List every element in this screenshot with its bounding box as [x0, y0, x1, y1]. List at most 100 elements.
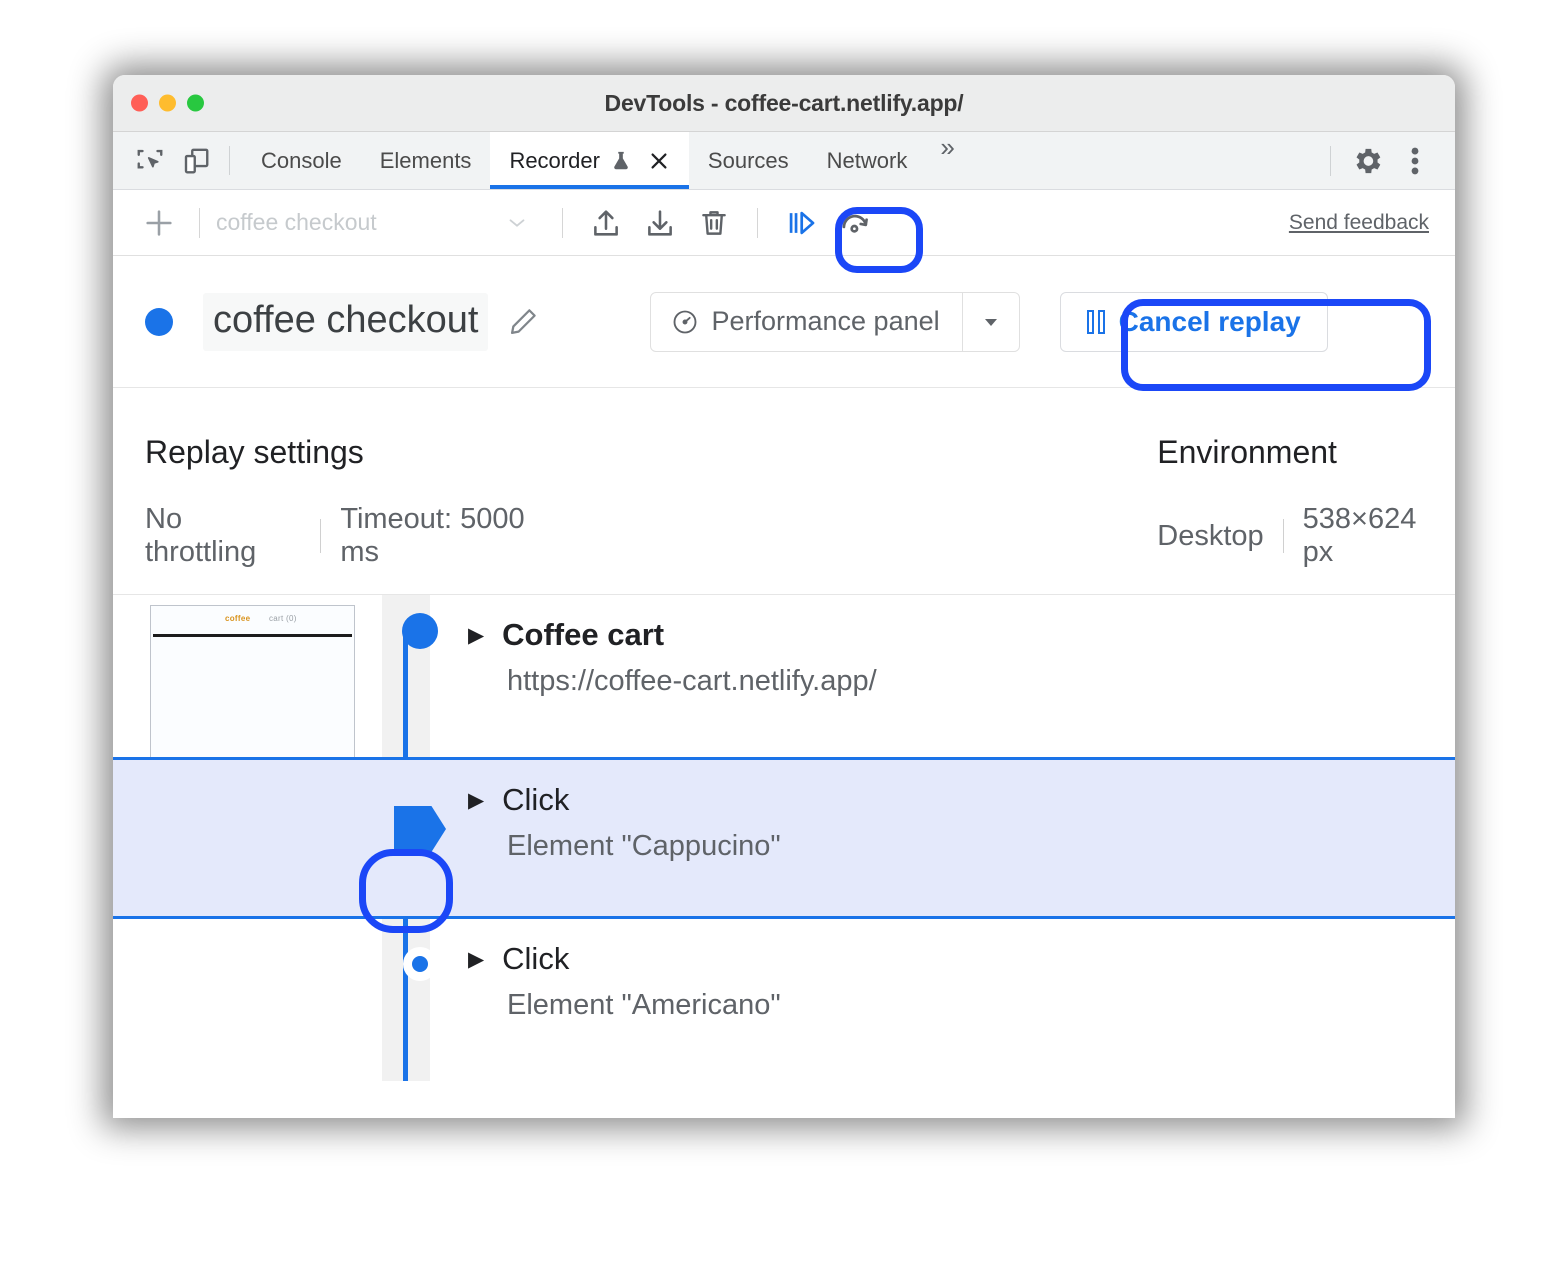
steps-list: coffee cart (0) Total: $0.00 ▶: [113, 595, 1455, 1081]
replay-target-main[interactable]: Performance panel: [651, 293, 961, 351]
maximize-window-button[interactable]: [187, 95, 204, 112]
performance-panel-icon: [671, 308, 699, 336]
environment-values: Desktop 538×624 px: [1157, 503, 1455, 569]
minimize-window-button[interactable]: [159, 95, 176, 112]
close-recorder-tab-icon[interactable]: [648, 150, 670, 172]
step-title: Coffee cart: [502, 617, 664, 653]
send-feedback-link[interactable]: Send feedback: [1289, 211, 1429, 235]
thumbnail-brand-text: coffee: [225, 614, 250, 623]
window-titlebar: DevTools - coffee-cart.netlify.app/: [113, 75, 1455, 132]
step-subtitle: Element "Americano": [507, 989, 781, 1022]
thumbnail-header: coffee cart (0): [151, 606, 354, 634]
recording-title[interactable]: coffee checkout: [203, 293, 488, 351]
step-thumbnail-cell: coffee cart (0) Total: $0.00: [137, 595, 382, 757]
step-title: Click: [502, 941, 569, 977]
value-divider: [1283, 519, 1284, 553]
tab-label: Elements: [380, 148, 472, 174]
toolbar-divider: [562, 208, 563, 238]
expand-step-chevron-icon[interactable]: ▶: [468, 625, 484, 646]
create-recording-icon[interactable]: [135, 199, 183, 247]
replay-settings-heading: Replay settings: [145, 434, 571, 471]
device-value: Desktop: [1157, 520, 1263, 553]
export-recording-icon[interactable]: [579, 199, 633, 247]
toolbar-divider: [757, 208, 758, 238]
tab-network[interactable]: Network: [808, 132, 927, 189]
replay-settings-block: Replay settings No throttling Timeout: 5…: [145, 434, 571, 594]
tab-label: Recorder: [509, 148, 599, 174]
tab-recorder[interactable]: Recorder: [490, 132, 688, 189]
delete-recording-icon[interactable]: [687, 199, 741, 247]
more-options-kebab-icon[interactable]: [1391, 144, 1439, 178]
step-thumbnail-cell: [137, 919, 382, 1081]
step-title: Click: [502, 782, 569, 818]
expand-step-chevron-icon[interactable]: ▶: [468, 949, 484, 970]
recorder-toolbar: coffee checkout: [113, 190, 1455, 256]
settings-gear-icon[interactable]: [1343, 144, 1391, 178]
tabstrip-divider: [1330, 146, 1331, 176]
value-divider: [320, 519, 321, 553]
cancel-replay-label: Cancel replay: [1119, 306, 1301, 338]
toolbar-divider: [199, 208, 200, 238]
pencil-icon[interactable]: [506, 305, 540, 339]
step-subtitle: https://coffee-cart.netlify.app/: [507, 665, 877, 698]
start-circle-marker-icon: [402, 613, 438, 649]
chevron-down-icon[interactable]: [963, 293, 1019, 351]
step-title-line: ▶ Click: [468, 941, 781, 977]
environment-block: Environment Desktop 538×624 px: [1157, 434, 1455, 594]
recording-header-row: coffee checkout Performance panel: [113, 256, 1455, 388]
step-content: ▶ Click Element "Cappucino": [458, 760, 781, 916]
step-row-navigate[interactable]: coffee cart (0) Total: $0.00 ▶: [113, 595, 1455, 757]
environment-heading: Environment: [1157, 434, 1455, 471]
chevron-down-icon: [504, 210, 530, 236]
devtools-window: DevTools - coffee-cart.netlify.app/ Cons…: [113, 75, 1455, 1118]
replay-target-label: Performance panel: [711, 306, 939, 337]
tab-console[interactable]: Console: [242, 132, 361, 189]
toolbar-divider: [229, 146, 230, 175]
tab-label: Sources: [708, 148, 789, 174]
close-window-button[interactable]: [131, 95, 148, 112]
tab-label: Network: [827, 148, 908, 174]
window-title: DevTools - coffee-cart.netlify.app/: [113, 90, 1455, 117]
thumbnail-nav-text: cart (0): [269, 614, 297, 623]
current-step-arrow-marker-icon: [394, 806, 446, 852]
tab-sources[interactable]: Sources: [689, 132, 808, 189]
step-thumbnail-cell: [137, 760, 382, 916]
import-recording-icon[interactable]: [633, 199, 687, 247]
step-title-line: ▶ Click: [468, 782, 781, 818]
replay-target-select[interactable]: Performance panel: [650, 292, 1019, 352]
pending-step-dot-marker-icon: [403, 947, 437, 981]
step-content: ▶ Coffee cart https://coffee-cart.netlif…: [458, 595, 877, 757]
tab-elements[interactable]: Elements: [361, 132, 491, 189]
step-marker-cell: [382, 919, 458, 1081]
more-tabs-icon[interactable]: »: [926, 132, 968, 189]
cancel-replay-button[interactable]: Cancel replay: [1060, 292, 1328, 352]
replay-status-dot: [145, 308, 173, 336]
step-marker-cell: [382, 595, 458, 757]
replay-settings-values: No throttling Timeout: 5000 ms: [145, 503, 571, 569]
step-over-icon[interactable]: [774, 199, 828, 247]
window-traffic-lights[interactable]: [131, 95, 204, 112]
settings-summary-row: Replay settings No throttling Timeout: 5…: [113, 388, 1455, 595]
tab-label: Console: [261, 148, 342, 174]
recording-selector-label: coffee checkout: [216, 209, 377, 236]
step-row-click-americano[interactable]: ▶ Click Element "Americano": [113, 919, 1455, 1081]
timeout-value[interactable]: Timeout: 5000 ms: [340, 503, 571, 569]
viewport-value: 538×624 px: [1303, 503, 1455, 569]
tabstrip-right-controls: [1318, 132, 1455, 189]
replay-icon[interactable]: [828, 199, 882, 247]
pause-icon: [1087, 310, 1105, 334]
throttling-value[interactable]: No throttling: [145, 503, 301, 569]
step-content: ▶ Click Element "Americano": [458, 919, 781, 1081]
screenshot-root: DevTools - coffee-cart.netlify.app/ Cons…: [0, 0, 1568, 1268]
recording-selector[interactable]: coffee checkout: [216, 209, 546, 236]
step-title-line: ▶ Coffee cart: [468, 617, 877, 653]
step-marker-cell: [382, 760, 458, 916]
devtools-tabstrip: Console Elements Recorder So: [113, 132, 1455, 190]
expand-step-chevron-icon[interactable]: ▶: [468, 790, 484, 811]
device-toolbar-icon[interactable]: [173, 132, 219, 189]
experimental-flask-icon: [610, 149, 632, 173]
step-row-click-cappucino[interactable]: ▶ Click Element "Cappucino": [113, 757, 1455, 919]
cancel-replay-wrapper: Cancel replay: [1060, 292, 1328, 352]
inspect-element-icon[interactable]: [127, 132, 173, 189]
step-subtitle: Element "Cappucino": [507, 830, 781, 863]
